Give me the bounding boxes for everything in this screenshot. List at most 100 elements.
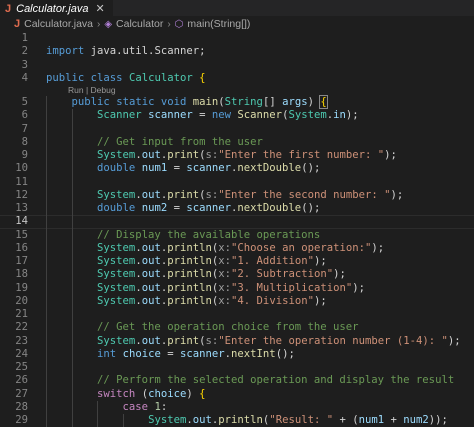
code-editor[interactable]: 1 2 import java.util.Scanner; 3 4 public clas…: [0, 32, 474, 427]
code-token: System: [288, 109, 327, 122]
java-file-icon: J: [14, 18, 21, 30]
code-token: println: [167, 294, 212, 307]
breadcrumb-class[interactable]: Calculator: [116, 18, 163, 30]
code-token: in: [333, 109, 346, 122]
code-token: out: [141, 188, 161, 201]
line-number: 10: [15, 162, 28, 175]
class-icon: ◈: [104, 18, 113, 30]
code-token: );: [447, 334, 461, 347]
indent-guide: [97, 401, 99, 427]
code-token: System: [97, 281, 136, 294]
code-text: case 1:: [46, 400, 168, 414]
code-text: Scanner scanner = new Scanner(System.in)…: [46, 109, 359, 122]
line-number: 26: [15, 374, 28, 387]
code-token: +: [384, 414, 404, 426]
code-token: =: [192, 109, 212, 122]
code-token: print: [167, 334, 200, 347]
code-text: // Perform the selected operation and di…: [46, 374, 454, 387]
code-token: s:: [205, 334, 219, 347]
code-text: public static void main(String[] args) {: [46, 95, 328, 109]
code-token: System: [97, 268, 136, 281]
code-text: System.out.println(x:"2. Subtraction");: [46, 268, 346, 281]
code-token: System: [148, 414, 187, 426]
line-number: 20: [15, 294, 28, 307]
line-number: 2: [21, 45, 28, 58]
close-icon[interactable]: ✕: [95, 2, 104, 15]
line-number: 4: [21, 71, 28, 84]
code-token: System: [97, 334, 136, 347]
code-token: x:: [218, 294, 232, 307]
code-token: "1. Addition": [231, 255, 314, 267]
code-token: :: [160, 400, 168, 413]
tab-calculator-java[interactable]: J Calculator.java ✕: [0, 0, 113, 16]
code-token: java.util.Scanner;: [84, 45, 206, 58]
code-text: // Display the available operations: [46, 229, 320, 242]
code-text: System.out.println("Result: " + (num1 + …: [46, 414, 448, 427]
code-token: print: [167, 188, 200, 201]
code-token: out: [192, 414, 212, 426]
code-token: );: [384, 149, 397, 161]
code-token: // Get the operation choice from the use…: [97, 321, 359, 334]
tab-title: Calculator.java: [16, 2, 89, 15]
line-number: 1: [21, 32, 28, 44]
code-token: num2: [141, 202, 168, 214]
code-token: x:: [218, 268, 232, 281]
code-token: println: [167, 241, 212, 254]
code-token: out: [141, 241, 161, 254]
code-text: // Get the operation choice from the use…: [46, 321, 359, 334]
code-text: System.out.println(x:"1. Addition");: [46, 255, 327, 268]
breadcrumb-method[interactable]: main(String[]): [187, 18, 250, 30]
code-token: Scanner: [237, 109, 283, 122]
indent-guide: [71, 109, 73, 427]
code-token: println: [167, 268, 212, 281]
breadcrumb-file[interactable]: Calculator.java: [24, 18, 93, 30]
code-text: System.out.print(s:"Enter the second num…: [46, 189, 403, 202]
code-text: public class Calculator {: [46, 72, 206, 85]
code-token: nextDouble: [237, 202, 302, 214]
code-token: =: [167, 202, 187, 214]
line-number: 3: [21, 58, 28, 71]
code-token: switch: [97, 387, 136, 400]
code-token: String: [224, 96, 263, 108]
code-token: ();: [301, 162, 321, 175]
code-token: Scanner: [97, 109, 142, 122]
code-token: );: [352, 281, 365, 294]
code-token: case: [122, 400, 149, 413]
code-token: "Enter the second number: ": [218, 188, 391, 201]
code-token: "3. Multiplication": [231, 281, 353, 294]
code-token: scanner: [186, 202, 232, 214]
code-line[interactable]: 5 public static void main(String[] args)…: [0, 95, 474, 109]
code-token: );: [345, 109, 359, 122]
code-token: args: [282, 96, 308, 108]
code-token: ): [307, 96, 321, 108]
line-number: 22: [15, 321, 28, 334]
code-token: x:: [218, 281, 232, 294]
code-token: System: [97, 294, 136, 307]
code-token: );: [371, 241, 385, 254]
code-token: scanner: [179, 347, 225, 360]
code-line[interactable]: 1: [0, 32, 474, 45]
code-token: x:: [218, 255, 232, 267]
code-token: num1: [358, 414, 385, 426]
code-token: ): [186, 387, 200, 400]
code-token: ();: [275, 347, 295, 360]
code-token: new: [211, 109, 232, 122]
codelens-run-debug[interactable]: Run | Debug: [0, 85, 474, 96]
code-token: System: [97, 149, 136, 161]
code-line[interactable]: 2 import java.util.Scanner;: [0, 45, 474, 58]
code-line[interactable]: 3: [0, 59, 474, 72]
code-token: {: [199, 387, 206, 400]
code-token: println: [167, 255, 212, 267]
code-token: import: [46, 45, 85, 58]
line-number: 6: [21, 109, 28, 122]
code-token: // Get input from the user: [97, 135, 263, 148]
code-token: // Display the available operations: [97, 228, 321, 241]
code-text: System.out.println(x:"3. Multiplication"…: [46, 282, 365, 295]
code-text: int choice = scanner.nextInt();: [46, 348, 295, 361]
code-line[interactable]: 4 public class Calculator {: [0, 72, 474, 85]
code-token: ));: [428, 414, 448, 426]
code-token: "2. Subtraction": [231, 268, 334, 281]
code-token: nextInt: [231, 347, 276, 360]
line-number: 24: [15, 347, 28, 360]
